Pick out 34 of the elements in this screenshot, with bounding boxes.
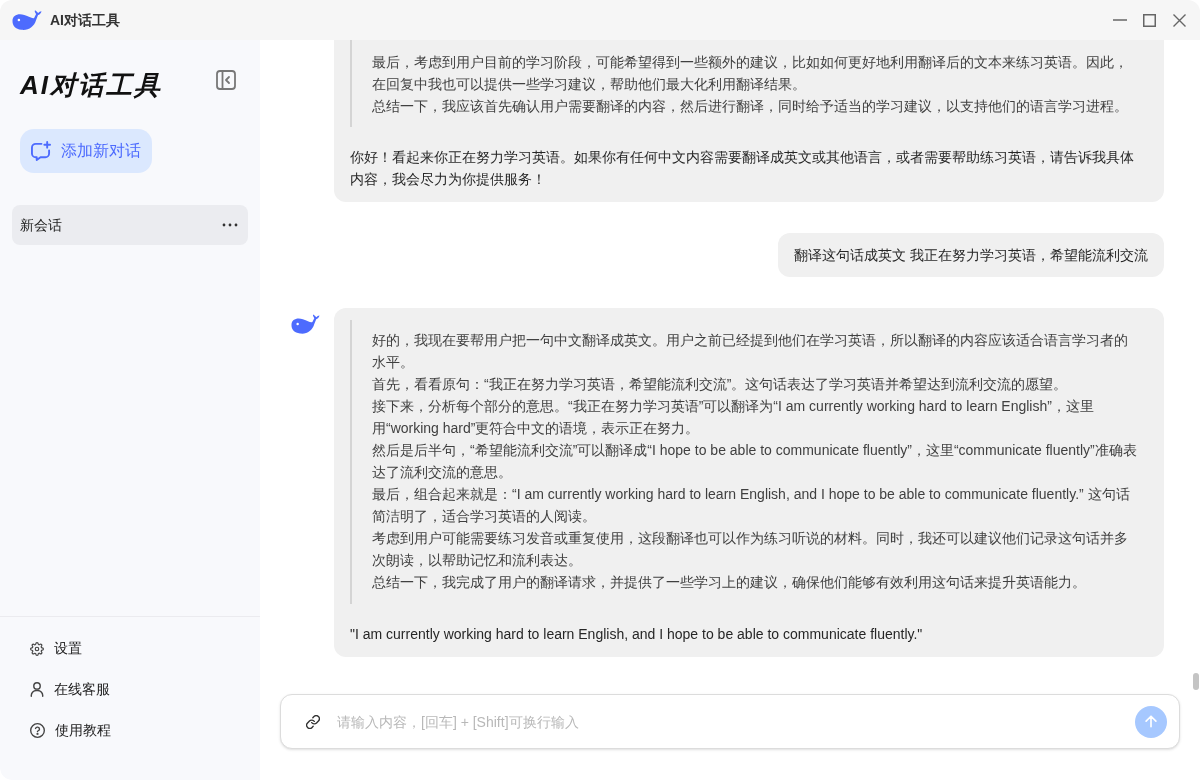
sidebar-title: AI对话工具 [20, 69, 162, 101]
help-icon [30, 723, 45, 738]
reasoning-text: 接下来，分析每个部分的意思。“我正在努力学习英语”可以翻译为“I am currently working hard to learn English”，这里用“working hard”更符合中文的语境，表示正在努力。 [372, 397, 1095, 438]
reasoning-text: 最后，组合起来就是：“I am currently working hard to learn English, and I hope to be able to communicate fluently.” 这句话简洁明了，适合学习英语的人阅读。 [372, 485, 1131, 526]
reasoning-text: 考虑到用户可能需要练习发音或重复使用，这段翻译也可以作为练习听说的材料。同时，我还可以建议他们记录这句话并多次朗读，以帮助记忆和流利表达。 [372, 529, 1129, 570]
help-link[interactable]: 使用教程 [18, 710, 242, 751]
answer-text: 你好！看起来你正在努力学习英语。如果你有任何中文内容需要翻译成英文或其他语言，或者需要帮助练习英语，请告诉我具体内容，我会尽力为你提供服务！ [350, 148, 1135, 189]
close-icon[interactable] [1173, 13, 1186, 27]
chat-plus-icon [31, 141, 51, 161]
reasoning-text: 好的，我现在要帮用户把一句中文翻译成英文。用户之前已经提到他们在学习英语，所以翻译的内容应该适合语言学习者的水平。 [372, 331, 1129, 372]
collapse-sidebar-icon[interactable] [216, 70, 236, 90]
settings-link[interactable]: 设置 [18, 628, 242, 669]
maximize-icon[interactable] [1143, 13, 1156, 27]
more-icon[interactable] [222, 223, 238, 227]
user-message: 翻译这句话成英文 我正在努力学习英语，希望能流利交流 [778, 233, 1164, 277]
message-input[interactable]: 请输入内容，[回车] + [Shift]可换行输入 [337, 706, 1123, 737]
person-icon [30, 682, 44, 697]
gear-icon [30, 641, 44, 656]
reasoning-text: 然后是后半句，“希望能流利交流”可以翻译成“I hope to be able to communicate fluently”，这里“communicate fluently”准确表达了流利交流的意思。 [372, 441, 1138, 482]
scrollbar-thumb[interactable] [1193, 673, 1199, 690]
reasoning-text: 总结一下，我完成了用户的翻译请求，并提供了一些学习上的建议，确保他们能够有效利用这句话来提升英语能力。 [372, 573, 1087, 592]
support-link[interactable]: 在线客服 [18, 669, 242, 710]
link-icon[interactable] [306, 714, 320, 729]
reasoning-text: 首先，看看原句：“我正在努力学习英语，希望能流利交流”。这句话表达了学习英语并希望达到流利交流的愿望。 [372, 375, 1069, 394]
new-chat-button[interactable]: 添加新对话 [20, 129, 152, 173]
session-item[interactable]: 新会话 [12, 205, 248, 245]
reasoning-text: 最后，考虑到用户目前的学习阶段，可能希望得到一些额外的建议，比如如何更好地利用翻译后的文本来练习英语。因此，在回复中我也可以提供一些学习建议，帮助他们最大化利用翻译结果。 [372, 53, 1129, 94]
whale-icon [12, 9, 42, 31]
whale-icon [291, 314, 320, 334]
message-composer[interactable]: 请输入内容，[回车] + [Shift]可换行输入 [280, 694, 1180, 749]
answer-text: "I am currently working hard to learn English, and I hope to be able to communicate fluently." [350, 625, 924, 644]
reasoning-text: 总结一下，我应该首先确认用户需要翻译的内容，然后进行翻译，同时给予适当的学习建议，以支持他们的语言学习进程。 [372, 97, 1129, 116]
app-title: AI对话工具 [50, 10, 120, 30]
arrow-up-icon [1145, 715, 1157, 728]
